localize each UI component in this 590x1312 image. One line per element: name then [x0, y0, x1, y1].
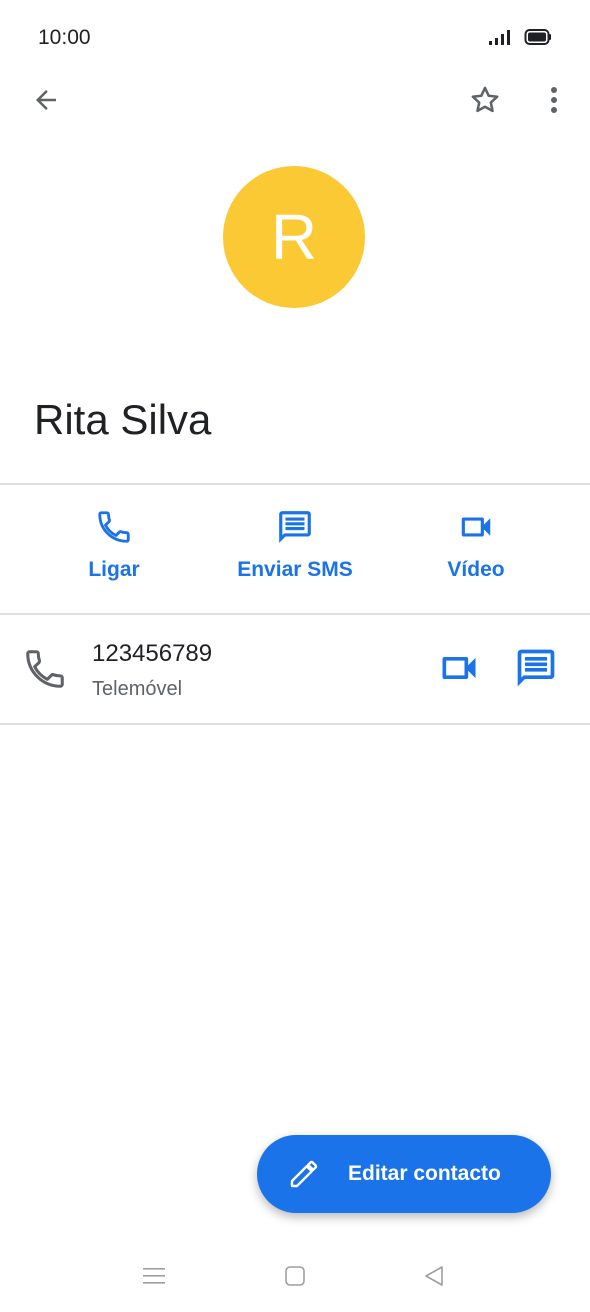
- video-call-button[interactable]: [437, 646, 481, 690]
- message-icon: [514, 646, 558, 690]
- edit-contact-label: Editar contacto: [348, 1162, 501, 1185]
- home-square-icon: [285, 1266, 305, 1286]
- star-outline-icon: [468, 83, 502, 117]
- menu-icon: [143, 1267, 165, 1285]
- contact-name: Rita Silva: [34, 396, 212, 443]
- divider: [0, 723, 590, 725]
- avatar-initial: R: [270, 201, 318, 273]
- call-action-button[interactable]: Ligar: [34, 508, 194, 582]
- video-action-button[interactable]: Vídeo: [396, 508, 556, 582]
- phone-type-label: Telemóvel: [92, 678, 183, 700]
- back-button[interactable]: [22, 76, 70, 124]
- status-time: 10:00: [38, 26, 91, 49]
- contact-avatar: R: [223, 166, 365, 308]
- status-icons: [488, 28, 552, 46]
- back-triangle-icon: [423, 1265, 445, 1287]
- edit-pencil-icon: [287, 1158, 321, 1190]
- send-sms-button[interactable]: [514, 646, 558, 690]
- call-action-label: Ligar: [88, 558, 140, 581]
- signal-icon: [488, 28, 512, 46]
- phone-icon: [22, 646, 68, 692]
- nav-menu-button[interactable]: [134, 1258, 174, 1294]
- sms-action-button[interactable]: Enviar SMS: [215, 508, 375, 582]
- phone-icon: [95, 508, 133, 546]
- edit-contact-button[interactable]: Editar contacto: [257, 1135, 551, 1213]
- videocam-icon: [437, 646, 481, 690]
- more-vert-icon: [549, 85, 559, 115]
- sms-action-label: Enviar SMS: [237, 558, 353, 581]
- battery-icon: [524, 28, 552, 46]
- message-icon: [276, 508, 314, 546]
- divider: [0, 483, 590, 485]
- nav-back-button[interactable]: [414, 1258, 454, 1294]
- phone-entry-row[interactable]: [0, 615, 590, 723]
- phone-number: 123456789: [92, 640, 213, 667]
- nav-home-button[interactable]: [275, 1258, 315, 1294]
- back-arrow-icon: [31, 85, 61, 115]
- more-options-button[interactable]: [530, 76, 578, 124]
- favorite-button[interactable]: [461, 76, 509, 124]
- videocam-icon: [457, 508, 495, 546]
- video-action-label: Vídeo: [447, 558, 505, 581]
